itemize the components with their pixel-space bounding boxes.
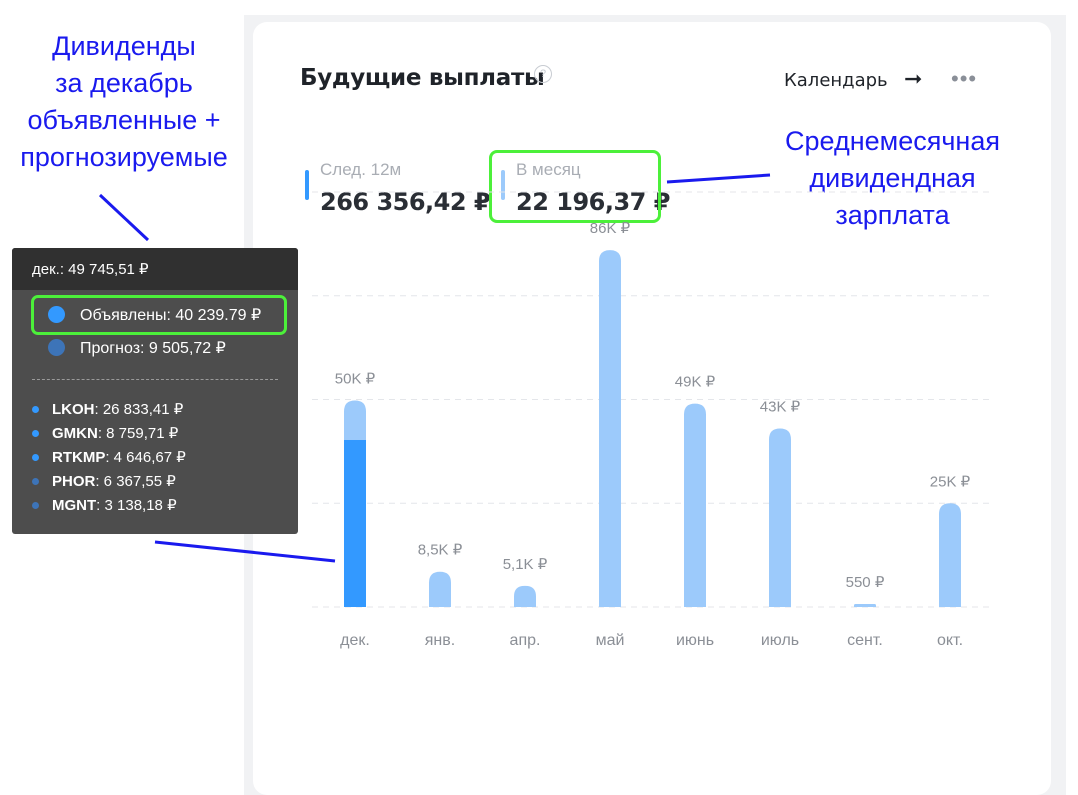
ticker-value: : 26 833,41 ₽ — [94, 401, 184, 418]
bar-forecast — [939, 503, 961, 607]
legend-forecast-text: Прогноз: 9 505,72 ₽ — [80, 340, 226, 357]
tooltip-header: дек.: 49 745,51 ₽ — [12, 248, 298, 290]
bar-forecast — [514, 585, 536, 607]
ticker-symbol: MGNT — [52, 497, 97, 514]
ticker-symbol: GMKN — [52, 425, 98, 442]
x-tick-label: май — [596, 632, 625, 649]
ticker-symbol: LKOH — [52, 401, 95, 418]
bar-value-label: 86K ₽ — [590, 220, 631, 237]
x-tick-label: янв. — [425, 632, 455, 649]
declared-dot-icon — [32, 406, 39, 413]
forecast-dot-icon — [32, 478, 39, 485]
tooltip-divider — [32, 379, 278, 380]
ticker-symbol: RTKMP — [52, 449, 106, 466]
ticker-value: : 8 759,71 ₽ — [97, 425, 179, 442]
x-tick-label: окт. — [937, 632, 963, 649]
tooltip-title: дек.: 49 745,51 ₽ — [32, 261, 149, 278]
ticker-symbol: PHOR — [52, 473, 96, 490]
bar-forecast — [599, 250, 621, 607]
declared-dot-icon — [32, 454, 39, 461]
ticker-value: : 6 367,55 ₽ — [95, 473, 176, 490]
bar-value-label: 550 ₽ — [846, 574, 885, 591]
bar-value-label: 43K ₽ — [760, 399, 801, 416]
bar-forecast — [769, 428, 791, 607]
bar-value-label: 50K ₽ — [335, 371, 376, 388]
bar-value-label: 8,5K ₽ — [418, 542, 463, 559]
forecast-dot-icon — [32, 502, 39, 509]
x-tick-label: апр. — [510, 632, 541, 649]
ticker-value: : 3 138,18 ₽ — [96, 497, 177, 514]
declared-dot-icon — [32, 430, 39, 437]
bar-forecast — [684, 403, 706, 607]
bar-forecast — [429, 571, 451, 607]
bar-value-label: 5,1K ₽ — [503, 556, 548, 573]
bar-forecast — [854, 604, 876, 607]
bar-declared — [344, 440, 366, 607]
x-tick-label: сент. — [847, 632, 883, 649]
bar-value-label: 25K ₽ — [930, 473, 971, 490]
forecast-dot-icon — [48, 339, 65, 356]
declared-highlight — [31, 295, 287, 335]
x-tick-label: июль — [761, 632, 799, 649]
ticker-value: : 4 646,67 ₽ — [105, 449, 186, 466]
x-tick-label: дек. — [340, 632, 370, 649]
bar-value-label: 49K ₽ — [675, 374, 716, 391]
x-tick-label: июнь — [676, 632, 714, 649]
december-tooltip: дек.: 49 745,51 ₽ Объявлены: 40 239.79 ₽… — [12, 248, 298, 534]
